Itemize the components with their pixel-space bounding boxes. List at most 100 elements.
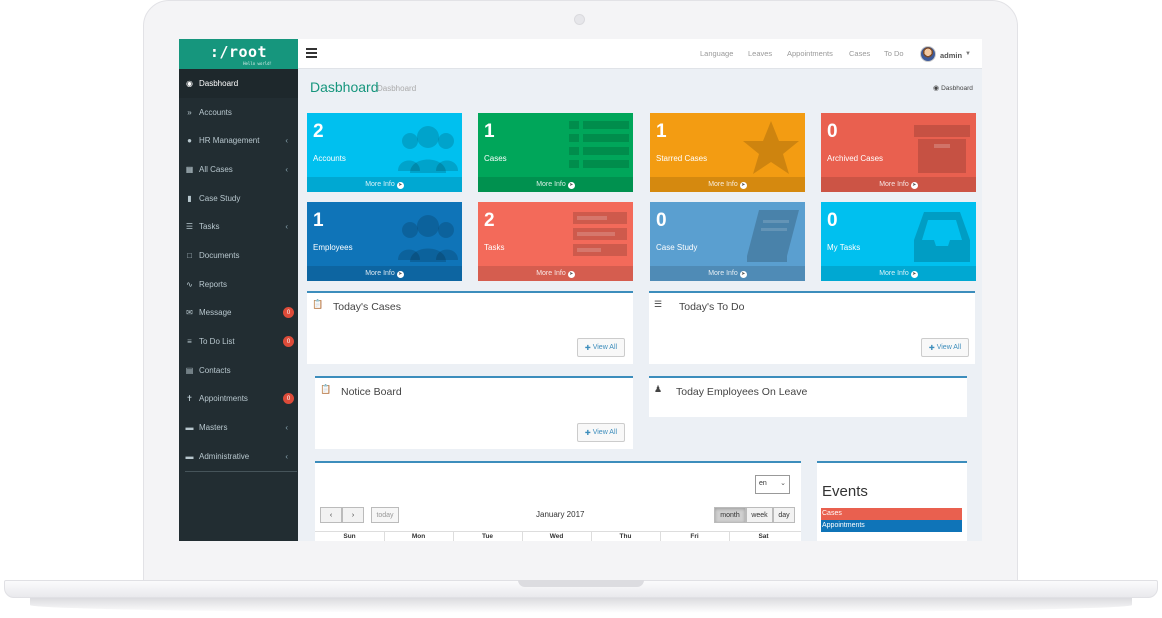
view-all-button[interactable]: ✚ View All [577,338,625,357]
sidebar-item-label: To Do List [199,337,235,346]
box-label: My Tasks [827,243,861,252]
more-info-label: More Info [365,270,395,277]
sidebar-item-label: HR Management [199,136,260,145]
arrow-circle-right-icon: ➤ [739,182,747,189]
sidebar-item-hr-management[interactable]: ● HR Management ‹ [179,126,298,155]
inbox-icon [914,212,970,262]
nav-to-do[interactable]: To Do [884,49,904,58]
sidebar-item-reports[interactable]: ∿ Reports [179,270,298,299]
panel-title: Notice Board [341,386,402,398]
sidebar-item-label: Masters [199,423,228,432]
list-icon [569,121,629,168]
app-logo[interactable]: :/root Hello world! [179,39,298,69]
sidebar-item-appointments[interactable]: ✝ Appointments 0 [179,384,298,413]
chevron-left-icon: ‹ [285,136,288,145]
tasks-icon: ☰ [654,299,663,309]
box-label: Starred Cases [656,154,708,163]
calendar-grid-line [384,531,385,541]
view-all-button[interactable]: ✚ View All [921,338,969,357]
envelope-icon: ✉ [186,308,193,317]
sidebar-item-label: Message [199,308,232,317]
bars-icon: ≡ [187,337,192,346]
calendar-grid-line [729,531,730,541]
view-label: month [720,511,740,519]
breadcrumb-label: Dasbhoard [941,85,973,92]
book-icon [747,210,799,262]
line-chart-icon: ∿ [186,280,193,289]
view-week-button[interactable]: week [746,507,773,523]
view-month-button[interactable]: month [714,507,746,523]
list-icon: ☰ [185,222,194,231]
more-info-link[interactable]: More Info ➤ [821,266,976,281]
sidebar-item-tasks[interactable]: ☰ Tasks ‹ [179,212,298,241]
user-avatar[interactable] [920,46,936,62]
view-all-button[interactable]: ✚ View All [577,423,625,442]
more-info-link[interactable]: More Info ➤ [650,177,805,192]
sidebar-item-all-cases[interactable]: ▦ All Cases ‹ [179,155,298,184]
more-info-link[interactable]: More Info ➤ [821,177,976,192]
box-count: 1 [484,121,495,142]
top-navbar: Language Leaves Appointments Cases To Do… [298,39,982,69]
more-info-label: More Info [365,181,395,188]
day-header: Thu [619,533,632,540]
arrow-circle-right-icon: ➤ [910,182,918,189]
box-label: Case Study [656,243,698,252]
more-info-link[interactable]: More Info ➤ [307,266,462,281]
day-header: Sat [758,533,769,540]
sidebar-item-masters[interactable]: ▬ Masters ‹ [179,413,298,442]
more-info-link[interactable]: More Info ➤ [650,266,805,281]
more-info-link[interactable]: More Info ➤ [478,266,633,281]
caret-down-icon[interactable]: ▼ [965,51,971,57]
sidebar-item-dashboard[interactable]: ◉ Dasbhoard [179,69,298,98]
event-legend-cases[interactable]: Cases [821,508,962,520]
view-day-button[interactable]: day [773,507,795,523]
box-count: 0 [656,210,667,231]
calendar-panel [315,461,801,541]
more-info-label: More Info [879,181,909,188]
info-box-starred-cases: 1 Starred Cases More Info ➤ [650,113,805,192]
view-label: week [751,511,768,519]
info-box-employees: 1 Employees More Info ➤ [307,202,462,281]
today-button[interactable]: today [371,507,399,523]
clipboard-icon: 📋 [312,299,324,309]
sidebar-item-label: All Cases [199,165,233,174]
sidebar-item-message[interactable]: ✉ Message 0 [179,298,298,327]
nav-appointments[interactable]: Appointments [787,49,833,58]
user-name[interactable]: admin [940,51,962,60]
nav-cases[interactable]: Cases [849,49,870,58]
nav-leaves[interactable]: Leaves [748,49,772,58]
info-box-my-tasks: 0 My Tasks More Info ➤ [821,202,976,281]
sidebar-item-contacts[interactable]: ▤ Contacts [179,356,298,385]
sidebar-item-case-study[interactable]: ▮ Case Study [179,184,298,213]
info-box-case-study: 0 Case Study More Info ➤ [650,202,805,281]
more-info-link[interactable]: More Info ➤ [307,177,462,192]
sidebar-item-administrative[interactable]: ▬ Administrative ‹ [179,442,298,471]
arrow-circle-right-icon: ➤ [567,271,575,278]
next-button[interactable]: › [342,507,364,523]
chevron-down-icon: ⌄ [780,480,786,487]
box-count: 0 [827,121,838,142]
box-count: 1 [313,210,324,231]
day-header: Tue [481,533,494,540]
more-info-link[interactable]: More Info ➤ [478,177,633,192]
nav-language[interactable]: Language [700,49,733,58]
info-box-archived-cases: 0 Archived Cases More Info ➤ [821,113,976,192]
sidebar-item-to-do-list[interactable]: ≡ To Do List 0 [179,327,298,356]
locale-select[interactable]: en ⌄ [755,475,790,494]
box-label: Tasks [484,243,505,252]
arrow-circle-right-icon: ➤ [396,182,404,189]
breadcrumb[interactable]: ◉ Dasbhoard [933,84,973,92]
prev-button[interactable]: ‹ [320,507,342,523]
more-info-label: More Info [536,270,566,277]
users-icon: ● [187,136,192,145]
page-title: Dasbhoard [310,79,379,95]
sidebar: ◉ Dasbhoard » Accounts ● HR Management ‹… [179,69,298,541]
event-legend-appointments[interactable]: Appointments [821,520,962,532]
box-count: 2 [484,210,495,231]
events-title: Events [822,483,868,500]
chevron-left-icon: ‹ [329,511,333,519]
sidebar-item-documents[interactable]: □ Documents [179,241,298,270]
dashboard-icon: ◉ [933,85,940,92]
hamburger-menu-icon[interactable] [306,48,317,58]
sidebar-item-accounts[interactable]: » Accounts [179,98,298,127]
